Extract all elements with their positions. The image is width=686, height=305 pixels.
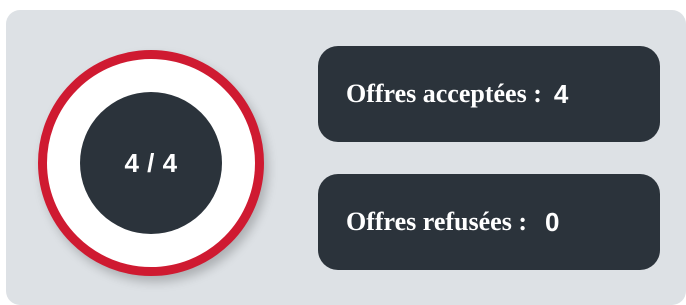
accepted-offers-value: 4: [553, 78, 569, 109]
accepted-offers-label: Offres acceptées :: [346, 79, 542, 108]
refused-offers-label: Offres refusées :: [346, 207, 527, 236]
progress-count: 4 / 4: [124, 147, 178, 178]
progress-circle: 4 / 4: [80, 92, 222, 234]
refused-offers-value: 0: [544, 206, 560, 237]
accepted-offers-card: Offres acceptées : 4: [318, 46, 660, 142]
refused-offers-card: Offres refusées : 0: [318, 174, 660, 270]
